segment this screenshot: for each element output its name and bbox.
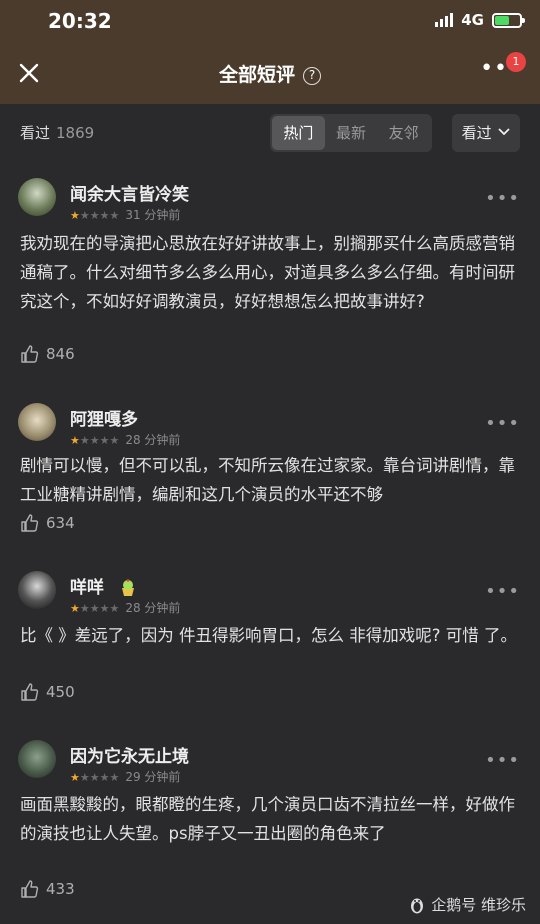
avatar[interactable] [18, 571, 56, 609]
user-name[interactable]: 闻余大言皆冷笑 [70, 180, 189, 205]
tab-hot[interactable]: 热门 [272, 116, 325, 150]
signal-icon [435, 13, 454, 27]
like-count: 634 [46, 514, 75, 532]
review-text: 剧情可以慢，但不可以乱，不知所云像在过家家。靠台词讲剧情，靠工业糖精讲剧情，编剧… [20, 456, 515, 504]
seen-filter-dropdown[interactable]: 看过 [452, 114, 520, 152]
seen-filter-label: 看过 [461, 124, 492, 142]
user-name[interactable]: 咩咩 [70, 573, 138, 598]
star-rating: ★★★★★ 29 分钟前 [70, 770, 181, 784]
review-text: 我劝现在的导演把心思放在好好讲故事上，别搁那买什么高质感营销通稿了。什么对细节多… [20, 234, 515, 311]
status-indicators: 4G [435, 11, 525, 29]
penguin-icon [411, 898, 424, 913]
user-name[interactable]: 阿狸嘎多 [70, 405, 138, 430]
notification-badge: 1 [506, 52, 526, 72]
status-time: 20:32 [48, 9, 112, 33]
like-count: 450 [46, 683, 75, 701]
status-bar: 20:32 4G [0, 0, 540, 44]
page-title: 全部短评 [218, 64, 295, 86]
user-name-text: 咩咩 [70, 578, 104, 598]
avatar[interactable] [18, 178, 56, 216]
review-time: 28 分钟前 [125, 601, 181, 615]
star-rating: ★★★★★ 28 分钟前 [70, 433, 181, 447]
review-time: 29 分钟前 [125, 770, 181, 784]
thumbs-up-icon [21, 514, 39, 532]
nav-bar: 全部短评? ••• 1 [0, 44, 540, 104]
like-button[interactable]: 433 [20, 879, 75, 899]
like-button[interactable]: 846 [20, 344, 75, 364]
seen-count: 看过 1869 [20, 122, 94, 143]
seen-number: 1869 [56, 124, 95, 142]
chevron-down-icon [498, 128, 511, 136]
watermark-text: 企鹅号 维珍乐 [431, 896, 526, 914]
network-label: 4G [461, 11, 484, 29]
thumbs-up-icon [21, 683, 39, 701]
review-time: 28 分钟前 [125, 433, 181, 447]
star-rating: ★★★★★ 28 分钟前 [70, 601, 181, 615]
star-rating: ★★★★★ 31 分钟前 [70, 208, 181, 222]
review-item: 咩咩 ★★★★★ 28 分钟前 ••• 比《 》差远了，因为 件丑得影响胃口，怎么… [0, 565, 540, 705]
tab-latest[interactable]: 最新 [325, 116, 378, 150]
review-time: 31 分钟前 [125, 208, 181, 222]
battery-icon [492, 12, 525, 28]
seen-label: 看过 [20, 124, 51, 142]
like-button[interactable]: 450 [20, 682, 75, 702]
review-more-button[interactable]: ••• [485, 413, 520, 434]
page-title-wrap: 全部短评? [0, 60, 540, 87]
review-more-button[interactable]: ••• [485, 750, 520, 771]
review-text: 画面黑黢黢的，眼都瞪的生疼，几个演员口齿不清拉丝一样，好做作的演技也让人失望。p… [20, 795, 515, 843]
like-button[interactable]: 634 [20, 513, 75, 533]
review-item: 阿狸嘎多 ★★★★★ 28 分钟前 ••• 剧情可以慢，但不可以乱，不知所云像在过… [0, 395, 540, 540]
like-count: 433 [46, 880, 75, 898]
watermark: 企鹅号 维珍乐 [409, 894, 526, 915]
cupcake-icon [121, 579, 134, 596]
review-item: 闻余大言皆冷笑 ★★★★★ 31 分钟前 ••• 我劝现在的导演把心思放在好好讲故… [0, 170, 540, 370]
avatar[interactable] [18, 740, 56, 778]
avatar[interactable] [18, 403, 56, 441]
thumbs-up-icon [21, 880, 39, 898]
tab-friends[interactable]: 友邻 [377, 116, 430, 150]
review-item: 因为它永无止境 ★★★★★ 29 分钟前 ••• 画面黑黢黢的，眼都瞪的生疼，几个… [0, 735, 540, 905]
filter-bar: 看过 1869 热门 最新 友邻 看过 [0, 104, 540, 160]
sort-tabs: 热门 最新 友邻 [270, 114, 432, 152]
review-more-button[interactable]: ••• [485, 188, 520, 209]
thumbs-up-icon [21, 345, 39, 363]
review-more-button[interactable]: ••• [485, 581, 520, 602]
review-text: 比《 》差远了，因为 件丑得影响胃口，怎么 非得加戏呢? 可惜 了。 [20, 626, 517, 645]
like-count: 846 [46, 345, 75, 363]
help-icon[interactable]: ? [303, 67, 321, 85]
user-name[interactable]: 因为它永无止境 [70, 742, 189, 767]
